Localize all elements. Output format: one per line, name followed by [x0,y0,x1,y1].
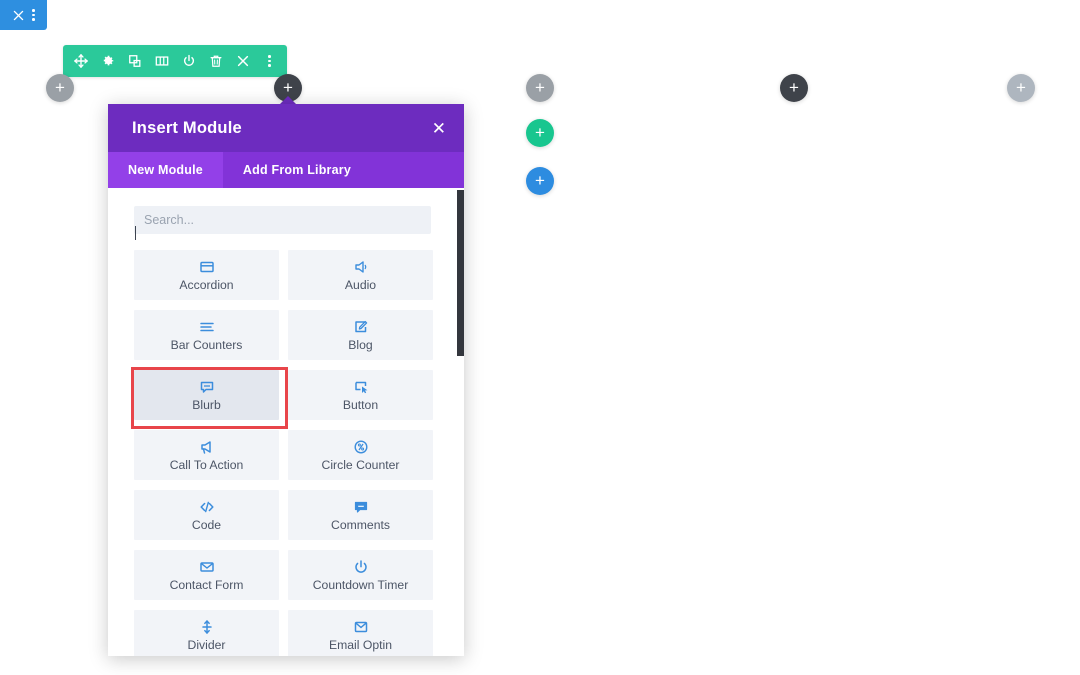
module-tile-countdown-timer[interactable]: Countdown Timer [288,550,433,600]
plus-icon: + [535,170,545,190]
module-tile-label: Circle Counter [321,457,400,472]
text-cursor [135,226,136,240]
plus-icon: + [535,77,545,97]
modal-tabs: New Module Add From Library [108,152,464,188]
module-tile-label: Comments [331,517,390,532]
comments-icon [353,499,369,515]
gear-icon[interactable] [100,54,115,69]
module-tile-accordion[interactable]: Accordion [134,250,279,300]
module-tile-code[interactable]: Code [134,490,279,540]
countdown-timer-icon [353,559,369,575]
module-tile-call-to-action[interactable]: Call To Action [134,430,279,480]
module-tile-label: Call To Action [169,457,244,472]
power-icon[interactable] [181,54,196,69]
modal-scrollbar-thumb[interactable] [457,190,464,356]
module-tile-bar-counters[interactable]: Bar Counters [134,310,279,360]
module-tile-blog[interactable]: Blog [288,310,433,360]
add-row-button-mid[interactable]: + [526,74,554,102]
module-tile-label: Blog [348,337,373,352]
add-row-button-right[interactable]: + [1007,74,1035,102]
module-tile-label: Code [191,517,222,532]
module-tile-audio[interactable]: Audio [288,250,433,300]
contact-form-icon [199,559,215,575]
bar-counters-icon [199,319,215,335]
module-tile-contact-form[interactable]: Contact Form [134,550,279,600]
plus-icon: + [55,77,65,97]
modal-header: Insert Module ✕ [108,104,464,152]
close-icon[interactable] [235,54,250,69]
module-tile-label: Bar Counters [170,337,243,352]
module-tile-label: Audio [344,277,377,292]
add-module-button-dark-2[interactable]: + [780,74,808,102]
plus-icon: + [789,77,799,97]
add-section-button-green[interactable]: + [526,119,554,147]
tab-new-module[interactable]: New Module [108,152,223,188]
module-tile-label: Contact Form [169,577,244,592]
module-tile-button[interactable]: Button [288,370,433,420]
module-tile-label: Accordion [179,277,234,292]
plus-icon: + [1016,77,1026,97]
module-tile-label: Button [342,397,379,412]
page-title: Insert Module [132,118,242,137]
module-tile-label: Countdown Timer [312,577,409,592]
module-tile-comments[interactable]: Comments [288,490,433,540]
close-icon[interactable]: ✕ [432,120,446,137]
move-icon[interactable] [73,54,88,69]
accordion-icon [199,259,215,275]
tab-add-from-library[interactable]: Add From Library [223,152,371,188]
search-container [134,206,442,240]
more-icon[interactable] [262,54,277,69]
call-to-action-icon [199,439,215,455]
add-specialty-button-blue[interactable]: + [526,167,554,195]
add-row-button-left[interactable]: + [46,74,74,102]
code-icon [199,499,215,515]
blurb-icon [199,379,215,395]
insert-module-modal: Insert Module ✕ New Module Add From Libr… [108,104,464,656]
modal-body: Accordion Audio Bar Counters [108,188,464,656]
vertical-ellipsis-icon[interactable] [32,9,35,21]
divider-icon [199,619,215,635]
duplicate-icon[interactable] [127,54,142,69]
module-tile-divider[interactable]: Divider [134,610,279,656]
module-tile-label: Email Optin [329,637,392,652]
module-tile-label: Divider [187,637,226,652]
button-icon [353,379,369,395]
module-tile-label: Blurb [192,397,221,412]
page-settings-bar[interactable] [0,0,47,30]
trash-icon[interactable] [208,54,223,69]
circle-counter-icon [353,439,369,455]
plus-icon: + [283,77,293,97]
search-input[interactable] [134,206,431,234]
module-tile-blurb[interactable]: Blurb [131,367,288,429]
columns-icon[interactable] [154,54,169,69]
email-optin-icon [353,619,369,635]
builder-canvas: + + + + + + + Insert Module ✕ New Module… [0,0,1080,675]
module-tile-circle-counter[interactable]: Circle Counter [288,430,433,480]
row-toolbar[interactable] [63,45,287,77]
audio-icon [353,259,369,275]
plus-icon: + [535,122,545,142]
modal-scrollbar[interactable] [456,188,464,656]
close-icon[interactable] [12,9,25,22]
module-grid: Accordion Audio Bar Counters Blog Blurb … [131,250,442,656]
module-tile-email-optin[interactable]: Email Optin [288,610,433,656]
blog-icon [353,319,369,335]
